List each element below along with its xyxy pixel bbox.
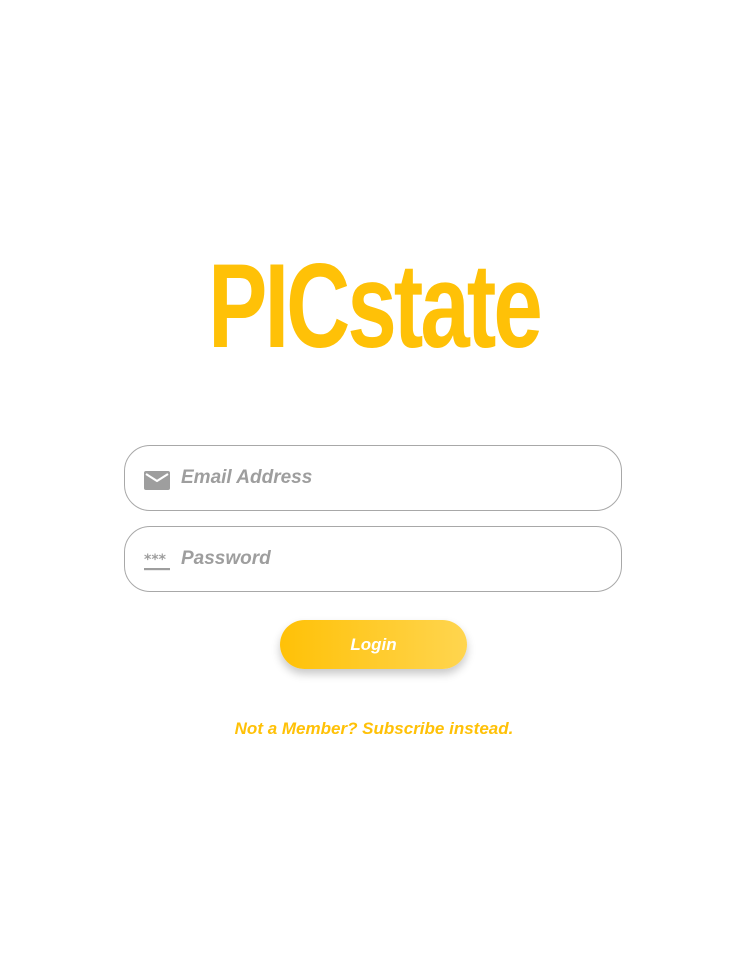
subscribe-link[interactable]: Not a Member? Subscribe instead. <box>0 719 748 739</box>
svg-text:***: *** <box>144 552 167 568</box>
password-icon: *** <box>143 549 171 573</box>
password-input[interactable] <box>181 539 601 579</box>
mail-icon <box>143 468 171 492</box>
app-logo: PICstate <box>208 239 543 373</box>
email-input[interactable] <box>181 458 601 498</box>
email-field[interactable] <box>124 445 622 511</box>
login-button[interactable]: Login <box>280 620 467 669</box>
password-field[interactable]: *** <box>124 526 622 592</box>
